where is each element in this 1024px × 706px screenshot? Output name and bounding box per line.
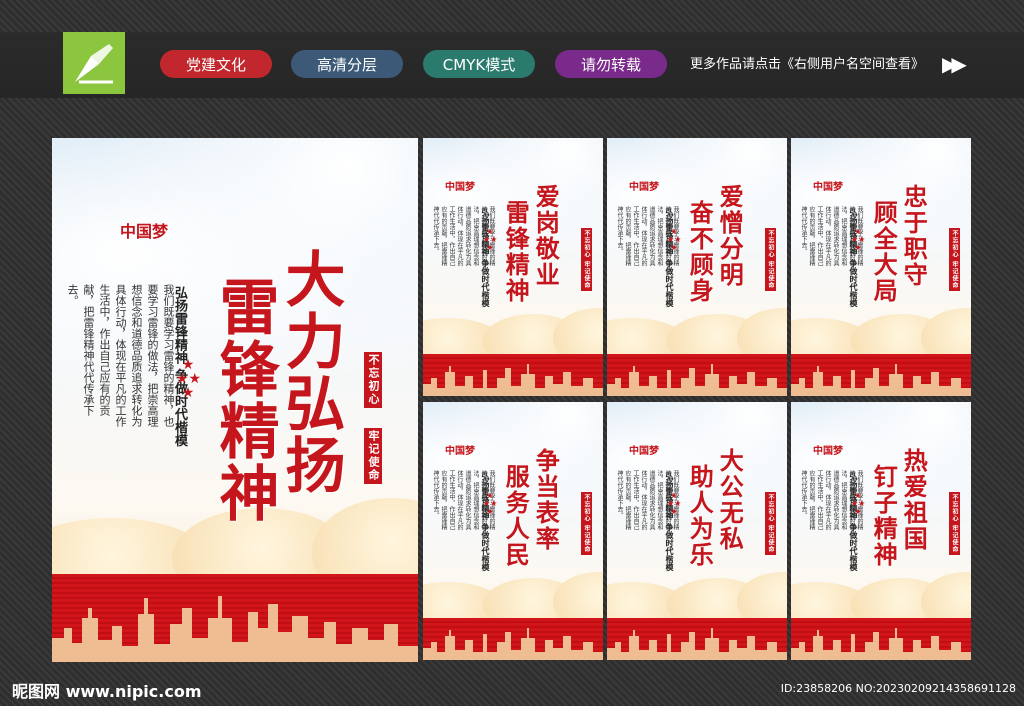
city-skyline [423, 364, 603, 396]
poster-title-line2: 顾全大局 [869, 200, 899, 304]
site-watermark: 昵图网 www.nipic.com [12, 682, 202, 701]
poster-title-line1: 大公无私 [715, 448, 745, 552]
more-works-notice[interactable]: 更多作品请点击《右侧用户名空间查看》 [690, 53, 924, 72]
city-skyline [791, 364, 971, 396]
poster-title-line1: 忠于职守 [899, 184, 929, 288]
double-arrow-icon[interactable]: ▶▶ [942, 52, 967, 76]
main-title-line1: 大力弘扬 [275, 248, 345, 496]
poster-title-line2: 助人为乐 [685, 464, 715, 568]
stars-icon: ★ ★★ ★ [176, 357, 202, 401]
poster-seal: 不忘初心 牢记使命 [581, 492, 592, 556]
china-dream-emblem: 中国梦 [813, 446, 843, 457]
stars-icon: ★ ★★ ★ [667, 227, 682, 252]
china-dream-emblem: 中国梦 [629, 446, 659, 457]
china-dream-emblem: 中国梦 [629, 182, 659, 193]
small-poster: 中国梦 热爱祖国 钉子精神 弘扬雷锋精神 争做时代楷模 我们既要学习雷锋的精神，… [791, 402, 971, 660]
poster-title-line2: 奋不顾身 [685, 200, 715, 304]
small-poster: 中国梦 爱憎分明 奋不顾身 弘扬雷锋精神 争做时代楷模 我们既要学习雷锋的精神，… [607, 138, 787, 396]
poster-seal: 不忘初心 牢记使命 [949, 228, 960, 292]
tag-cmyk[interactable]: CMYK模式 [423, 50, 535, 78]
small-poster: 中国梦 大公无私 助人为乐 弘扬雷锋精神 争做时代楷模 我们既要学习雷锋的精神，… [607, 402, 787, 660]
seal-not-forget: 不忘初心 [364, 352, 382, 408]
image-id: ID:23858206 NO:20230209214358691128 [780, 682, 1016, 695]
china-dream-emblem: 中国梦 [445, 182, 475, 193]
poster-seal: 不忘初心 牢记使命 [949, 492, 960, 556]
small-poster: 中国梦 忠于职守 顾全大局 弘扬雷锋精神 争做时代楷模 我们既要学习雷锋的精神，… [791, 138, 971, 396]
city-skyline [791, 628, 971, 660]
china-dream-emblem: 中国梦 [445, 446, 475, 457]
poster-seal: 不忘初心 牢记使命 [765, 228, 776, 292]
city-skyline [423, 628, 603, 660]
city-skyline [52, 596, 418, 662]
poster-title-line1: 争当表率 [531, 448, 561, 552]
city-skyline [607, 364, 787, 396]
main-title-line2: 雷锋精神 [209, 276, 279, 524]
main-body-text: 我们既要学习雷锋的精神，也要学习雷锋的做法，把崇高理想信念和道德品质追求转化为具… [66, 284, 175, 427]
tag-party-culture[interactable]: 党建文化 [160, 50, 272, 78]
poster-seal: 不忘初心 牢记使命 [765, 492, 776, 556]
stars-icon: ★ ★★ ★ [667, 491, 682, 516]
poster-title-line1: 热爱祖国 [899, 448, 929, 552]
poster-title-line1: 爱岗敬业 [531, 184, 561, 288]
poster-seal: 不忘初心 牢记使命 [581, 228, 592, 292]
brand-logo [63, 32, 125, 94]
tag-no-repost[interactable]: 请勿转载 [555, 50, 667, 78]
pen-icon [75, 44, 113, 84]
stars-icon: ★ ★★ ★ [483, 491, 498, 516]
china-dream-emblem: 中国梦 [813, 182, 843, 193]
poster-title-line2: 钉子精神 [869, 464, 899, 568]
small-poster: 中国梦 争当表率 服务人民 弘扬雷锋精神 争做时代楷模 我们既要学习雷锋的精神，… [423, 402, 603, 660]
china-dream-emblem: 中国梦 [120, 222, 169, 241]
poster-title-line2: 雷锋精神 [501, 200, 531, 304]
stars-icon: ★ ★★ ★ [851, 227, 866, 252]
tag-hd-layers[interactable]: 高清分层 [291, 50, 403, 78]
city-skyline [607, 628, 787, 660]
stars-icon: ★ ★★ ★ [483, 227, 498, 252]
poster-title-line1: 爱憎分明 [715, 184, 745, 288]
poster-title-line2: 服务人民 [501, 464, 531, 568]
main-poster: 中国梦 大力弘扬 雷锋精神 弘扬雷锋精神 争做时代楷模 我们既要学习雷锋的精神，… [52, 138, 418, 662]
small-poster: 中国梦 爱岗敬业 雷锋精神 弘扬雷锋精神 争做时代楷模 我们既要学习雷锋的精神，… [423, 138, 603, 396]
seal-keep-mission: 牢记使命 [364, 428, 382, 484]
stars-icon: ★ ★★ ★ [851, 491, 866, 516]
